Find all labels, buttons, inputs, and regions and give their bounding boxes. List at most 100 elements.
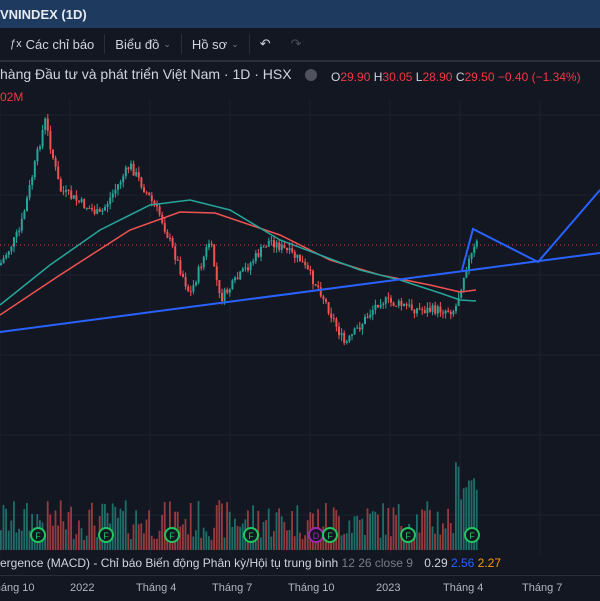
candle: [275, 242, 278, 248]
candle: [179, 260, 182, 275]
undo-button[interactable]: ↶: [250, 36, 281, 52]
candle: [327, 302, 330, 314]
candle: [299, 254, 301, 262]
candle: [280, 244, 283, 250]
volume-bar: [205, 531, 208, 550]
ma-long-line: [0, 211, 477, 316]
volume-bar: [189, 503, 192, 550]
candle: [124, 167, 127, 177]
volume-bar: [273, 530, 275, 550]
volume-bar: [278, 508, 280, 550]
candle: [54, 157, 57, 167]
volume-bar: [10, 520, 13, 550]
volume-bar: [301, 539, 304, 550]
candle: [345, 341, 348, 343]
volume-bar: [293, 536, 296, 550]
candle: [13, 237, 15, 247]
candle: [317, 285, 320, 288]
redo-icon: ↷: [290, 36, 302, 51]
hide-icon[interactable]: [305, 69, 318, 82]
candle: [270, 240, 273, 242]
candle: [65, 190, 67, 192]
volume-bar: [54, 510, 57, 550]
volume-bar: [434, 533, 436, 550]
candle: [171, 238, 174, 247]
candle: [52, 149, 54, 158]
candle: [351, 334, 353, 336]
candle: [18, 230, 21, 233]
volume-bar: [23, 509, 26, 550]
volume-bar: [93, 525, 96, 550]
candle: [444, 310, 447, 314]
event-marker-label: F: [103, 531, 109, 541]
profile-menu-button[interactable]: Hồ sơ ⌄: [182, 37, 249, 52]
volume-bar: [114, 506, 117, 550]
candle: [309, 269, 312, 271]
candle: [314, 283, 317, 286]
candle: [473, 246, 476, 253]
candle: [421, 309, 424, 311]
fx-icon: ƒx: [10, 38, 22, 50]
volume-bar: [49, 514, 52, 550]
indicators-button[interactable]: ƒx Các chỉ báo: [0, 37, 104, 52]
candle: [405, 303, 408, 306]
candle: [470, 252, 473, 259]
volume-bar: [122, 511, 124, 550]
volume-bar: [345, 533, 348, 550]
macd-params: 12 26 close 9: [341, 556, 413, 570]
candle: [197, 266, 200, 283]
volume-bar: [52, 525, 54, 550]
event-marker-label: F: [469, 531, 475, 541]
volume-bar: [200, 537, 202, 550]
candle: [218, 280, 221, 294]
volume-bar: [423, 510, 426, 550]
candle: [392, 302, 395, 306]
candle: [348, 335, 351, 342]
candle: [10, 246, 13, 252]
volume-bar: [364, 535, 366, 550]
volume-bar: [5, 508, 7, 550]
volume-bar: [390, 536, 392, 550]
price-chart[interactable]: FFFFDFFF: [0, 100, 600, 555]
volume-bar: [208, 536, 210, 550]
candle: [353, 328, 356, 335]
volume-bar: [353, 516, 356, 550]
candle: [390, 298, 392, 303]
volume-bar: [83, 539, 85, 550]
volume-bar: [418, 532, 421, 550]
time-tick: 2023: [376, 582, 401, 594]
volume-bar: [182, 524, 184, 550]
volume-bar: [135, 510, 137, 550]
candle: [416, 308, 418, 314]
volume-bar: [119, 508, 122, 550]
chart-menu-button[interactable]: Biểu đồ ⌄: [105, 37, 181, 52]
macd-histogram: 2.27: [477, 556, 502, 570]
candle: [340, 332, 343, 336]
volume-bar: [257, 510, 260, 550]
volume-bar: [85, 535, 88, 550]
time-tick: Tháng 7: [522, 582, 563, 594]
candle: [187, 286, 190, 292]
candle: [335, 318, 338, 327]
volume-bar: [452, 533, 455, 550]
candle: [182, 274, 184, 277]
candle: [462, 277, 465, 290]
redo-button[interactable]: ↷: [281, 36, 312, 52]
candle: [379, 304, 382, 308]
candle: [265, 246, 268, 248]
candle: [130, 163, 132, 170]
candle: [382, 303, 385, 305]
high-value: 30.05: [382, 70, 413, 84]
macd-signal: 2.56: [450, 556, 475, 570]
volume-bar: [192, 536, 195, 550]
volume-bar: [132, 524, 135, 550]
candle: [423, 310, 426, 313]
candle: [436, 306, 439, 314]
time-tick: Tháng 7: [212, 582, 253, 594]
volume-bar: [7, 530, 10, 550]
candle: [278, 242, 281, 250]
volume-bar: [130, 539, 132, 550]
candle: [426, 307, 429, 313]
time-axis[interactable]: Tháng 10 2022 Tháng 4 Tháng 7 Tháng 10 2…: [0, 575, 600, 601]
candle: [80, 199, 83, 202]
